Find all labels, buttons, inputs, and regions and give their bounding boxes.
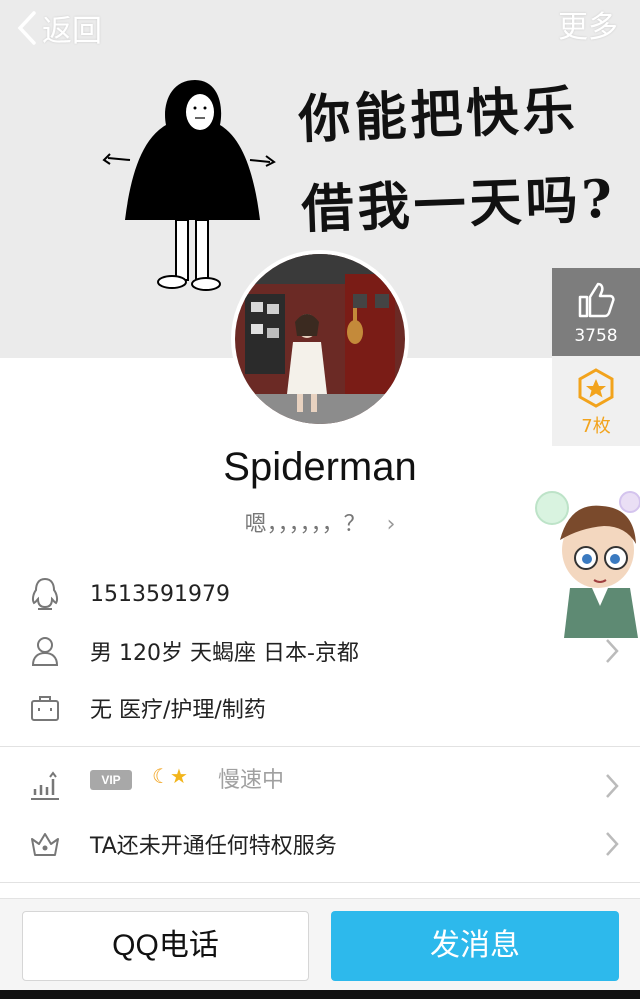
vip-status: 慢速中 <box>218 768 285 793</box>
basic-info-row[interactable]: 男 120岁 天蝎座 日本-京都 <box>0 623 640 679</box>
qq-call-button[interactable]: QQ电话 <box>22 911 309 981</box>
profile-name: Spiderman <box>223 445 417 489</box>
back-button[interactable]: 返回 <box>16 8 102 49</box>
qq-number-row: 1513591979 <box>0 566 640 622</box>
job-text: 无 医疗/护理/制药 <box>90 698 266 723</box>
basic-info-text: 男 120岁 天蝎座 日本-京都 <box>90 641 359 666</box>
cover-line-2: 借我一天吗? <box>300 168 618 241</box>
medal-star-icon <box>578 368 614 408</box>
chevron-right-icon <box>606 832 619 856</box>
person-icon <box>28 634 62 668</box>
vip-tag: VIP <box>90 770 132 790</box>
bottom-edge <box>0 990 640 999</box>
back-label: 返回 <box>42 14 102 49</box>
avatar-photo <box>235 254 405 424</box>
thumbs-up-icon <box>578 282 615 318</box>
briefcase-icon <box>28 691 62 725</box>
chevron-left-icon <box>17 11 36 45</box>
medal-button[interactable]: 7枚 <box>552 356 640 446</box>
privilege-row[interactable]: TA还未开通任何特权服务 <box>0 816 640 872</box>
crown-icon <box>28 827 62 861</box>
vip-level-icons: ☾★ <box>152 764 188 788</box>
more-button[interactable]: 更多 <box>558 8 618 48</box>
cover-line-1: 你能把快乐 <box>297 79 580 151</box>
avatar[interactable] <box>231 250 409 428</box>
chevron-right-icon <box>606 639 619 663</box>
send-message-button[interactable]: 发消息 <box>331 911 619 981</box>
penguin-icon <box>28 577 62 611</box>
medal-count: 7枚 <box>581 416 611 437</box>
chevron-right-icon: › <box>386 512 396 537</box>
star-icon: ★ <box>169 764 188 788</box>
vip-level-row[interactable]: VIP ☾★ 慢速中 <box>0 758 640 814</box>
signature-text: 嗯，，，，，，？ <box>244 512 366 537</box>
top-bar: 返回 更多 <box>0 0 640 56</box>
qq-number: 1513591979 <box>90 581 230 607</box>
cover-handwriting: 你能把快乐 借我一天吗? <box>297 64 623 255</box>
chevron-right-icon <box>606 774 619 798</box>
job-row: 无 医疗/护理/制药 <box>0 680 640 736</box>
like-count: 3758 <box>574 326 618 346</box>
moon-icon: ☾ <box>152 764 170 788</box>
cartoon-figure-illustration <box>102 80 276 291</box>
privilege-text: TA还未开通任何特权服务 <box>90 834 337 859</box>
section-divider <box>0 746 640 747</box>
bottom-action-bar: QQ电话 发消息 <box>0 898 640 990</box>
level-chart-icon <box>28 769 62 803</box>
section-divider <box>0 882 640 883</box>
like-button[interactable]: 3758 <box>552 268 640 356</box>
